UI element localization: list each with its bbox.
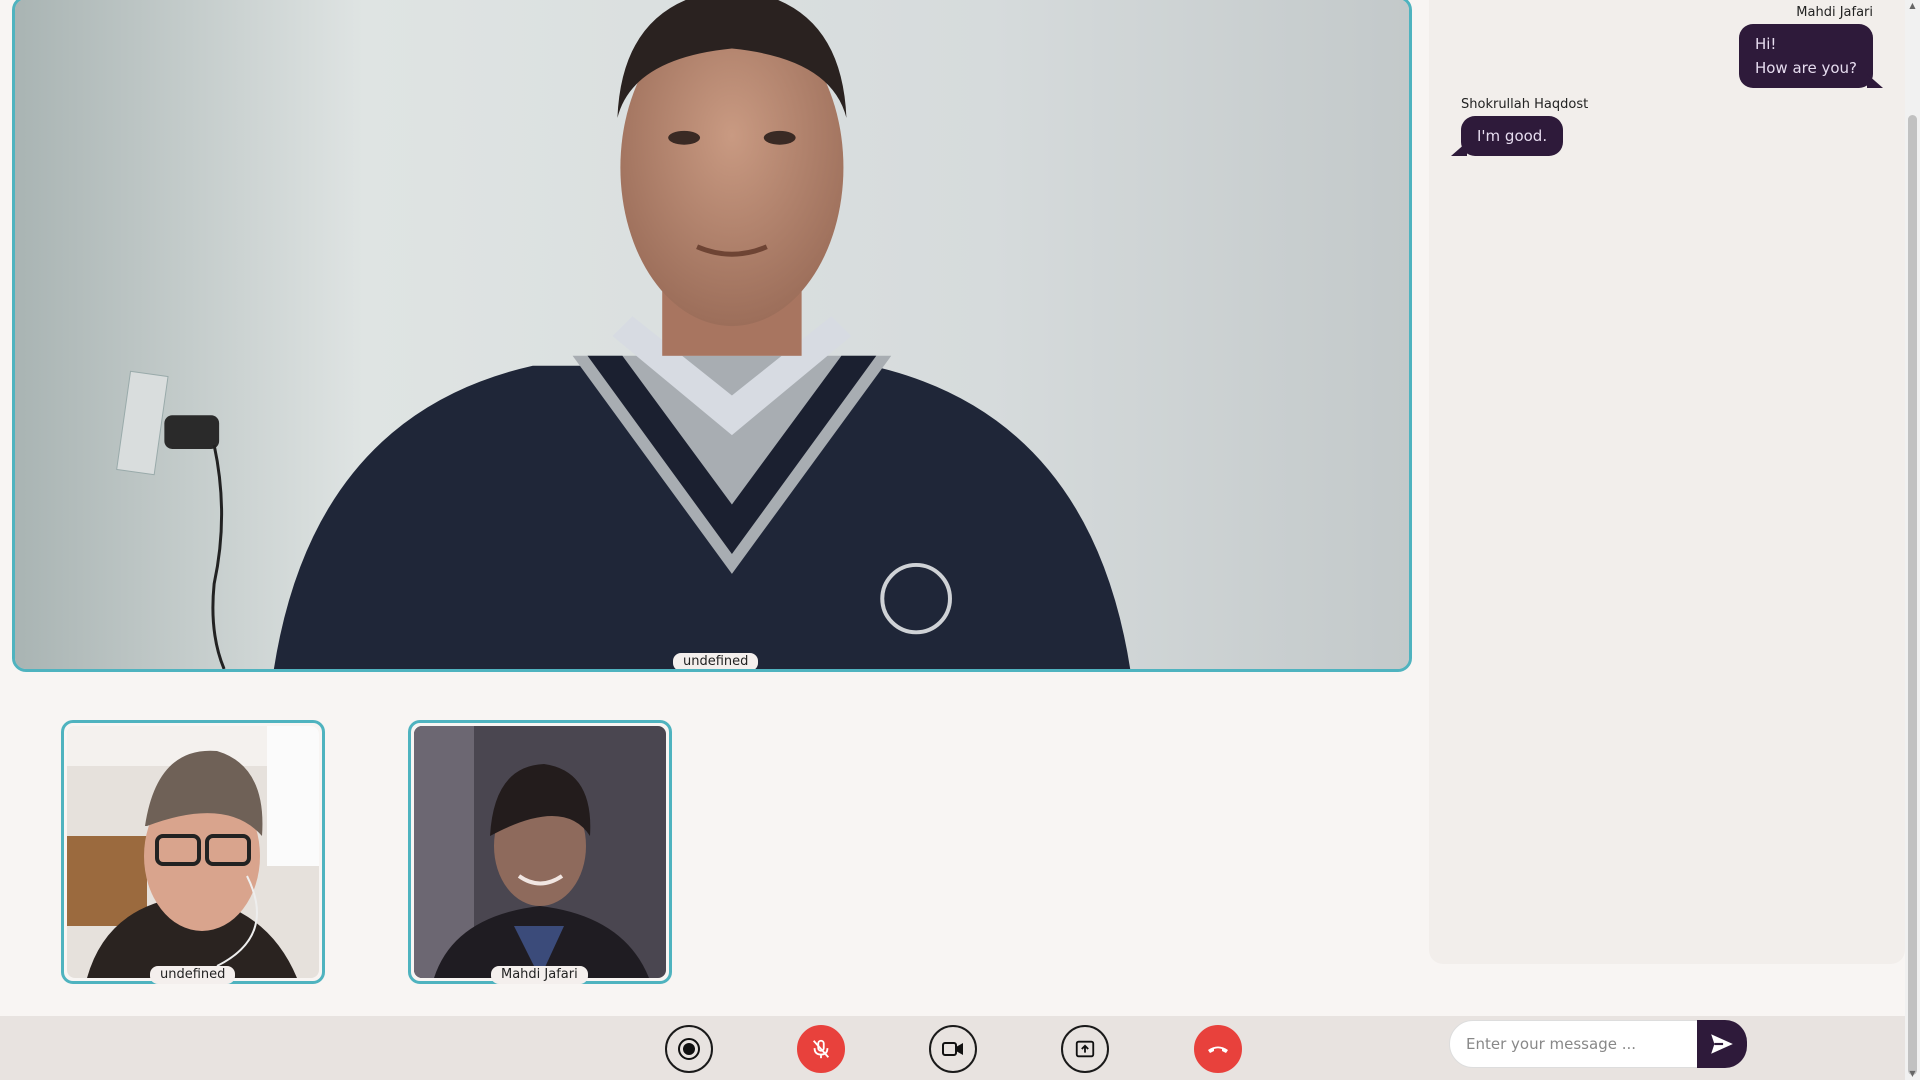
- message-bubble: Hi! How are you?: [1738, 24, 1884, 88]
- send-message-button[interactable]: [1697, 1020, 1747, 1068]
- participant-thumbnail[interactable]: Mahdi Jafari: [408, 720, 672, 984]
- main-video-feed: [15, 0, 1409, 669]
- video-camera-icon: [942, 1042, 963, 1056]
- message-line: Hi!: [1754, 35, 1777, 53]
- scroll-down-arrow-icon[interactable]: ▼: [1908, 1070, 1917, 1078]
- main-video-name-tag: undefined: [673, 653, 759, 669]
- record-button[interactable]: [665, 1025, 713, 1073]
- message-bubble: I'm good.: [1450, 116, 1564, 156]
- end-call-button[interactable]: [1194, 1025, 1242, 1073]
- participant-thumbnail[interactable]: undefined: [61, 720, 325, 984]
- mic-off-icon: [812, 1039, 830, 1059]
- page-scrollbar[interactable]: ▲ ▼: [1905, 0, 1920, 1080]
- message-sender: Shokrullah Haqdost: [1461, 97, 1589, 112]
- screen-share-icon: [1075, 1040, 1095, 1058]
- mute-microphone-button[interactable]: [797, 1025, 845, 1073]
- chat-compose: [1449, 1020, 1747, 1068]
- participant-video-feed: [67, 726, 319, 978]
- chat-message: Shokrullah Haqdost I'm good.: [1450, 97, 1589, 156]
- scrollbar-thumb[interactable]: [1908, 115, 1917, 1075]
- main-video-tile[interactable]: undefined: [12, 0, 1412, 672]
- participant-name-tag: Mahdi Jafari: [491, 966, 588, 984]
- phone-hangup-icon: [1208, 1046, 1228, 1053]
- message-sender: Mahdi Jafari: [1796, 5, 1873, 20]
- scroll-up-arrow-icon[interactable]: ▲: [1908, 2, 1917, 10]
- message-line: I'm good.: [1477, 127, 1548, 145]
- participant-name-tag: undefined: [150, 966, 236, 984]
- send-icon: [1711, 1034, 1733, 1054]
- chat-panel[interactable]: Mahdi Jafari Hi! How are you? Shokrullah…: [1429, 0, 1905, 964]
- chat-message: Mahdi Jafari Hi! How are you?: [1738, 5, 1884, 88]
- toggle-camera-button[interactable]: [929, 1025, 977, 1073]
- chat-message-input[interactable]: [1449, 1020, 1699, 1068]
- share-screen-button[interactable]: [1061, 1025, 1109, 1073]
- record-icon: [678, 1038, 700, 1060]
- participant-video-feed: [414, 726, 666, 978]
- message-line: How are you?: [1754, 59, 1857, 77]
